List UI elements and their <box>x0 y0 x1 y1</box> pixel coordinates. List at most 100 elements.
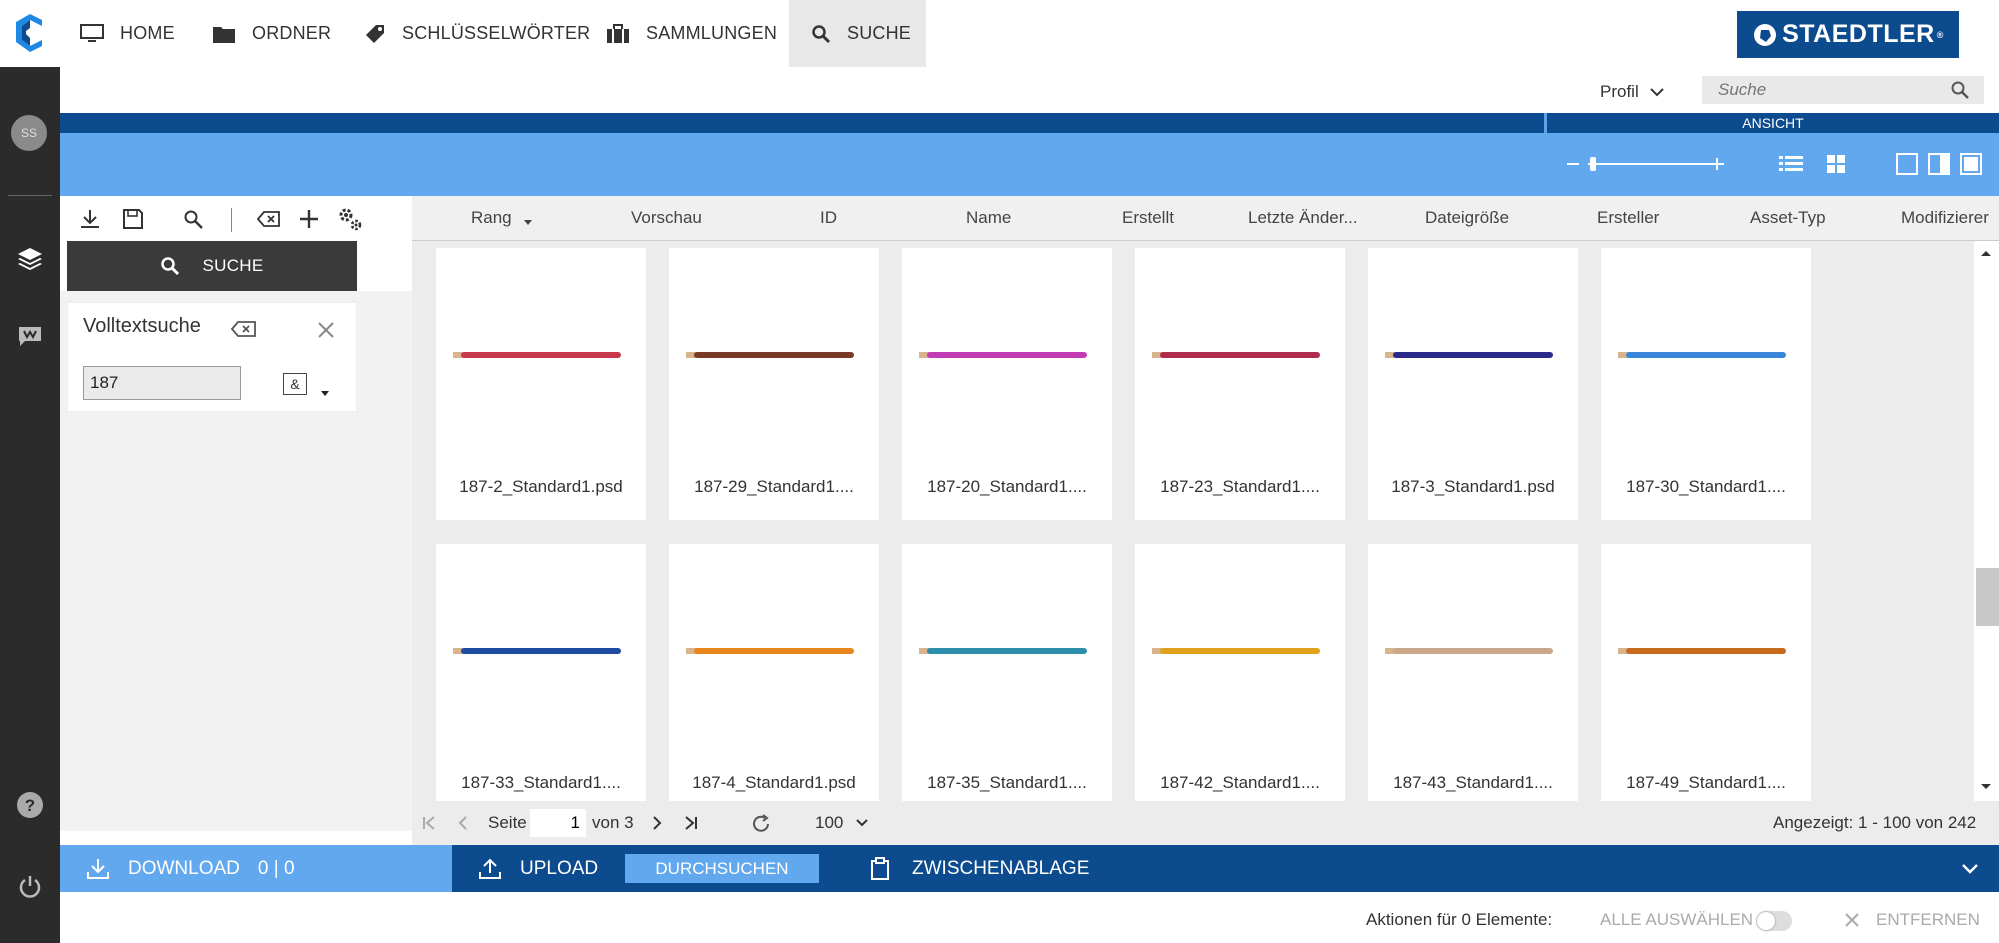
avatar[interactable]: SS <box>11 115 47 151</box>
download-search-icon[interactable] <box>77 206 103 232</box>
asset-tile[interactable]: 187-49_Standard1.... <box>1601 544 1811 816</box>
column-id[interactable]: ID <box>820 208 837 228</box>
zoom-slider[interactable] <box>1588 163 1724 165</box>
brand-logo: STAEDTLER ® <box>1737 11 1959 58</box>
asset-tile[interactable]: 187-42_Standard1.... <box>1135 544 1345 816</box>
page-size-value[interactable]: 100 <box>815 813 843 833</box>
upload-button[interactable]: UPLOAD <box>478 845 598 892</box>
column-rang[interactable]: Rang <box>471 208 512 228</box>
add-icon[interactable] <box>296 206 322 232</box>
asset-tile[interactable]: 187-2_Standard1.psd <box>436 248 646 520</box>
column-ersteller[interactable]: Ersteller <box>1597 208 1659 228</box>
seite-label: Seite <box>488 813 527 832</box>
remove-label[interactable]: ENTFERNEN <box>1876 910 1980 930</box>
chevron-down-icon[interactable] <box>1961 863 1979 875</box>
nav-schluesselwoerter[interactable]: SCHLÜSSELWÖRTER <box>364 0 590 67</box>
asset-tile[interactable]: 187-20_Standard1.... <box>902 248 1112 520</box>
download-count: 0 | 0 <box>257 857 295 879</box>
select-all-toggle[interactable] <box>1756 911 1792 931</box>
brand-name: STAEDTLER <box>1782 20 1935 48</box>
app-logo-icon[interactable] <box>12 14 46 52</box>
gears-icon[interactable] <box>337 206 363 232</box>
nav-ordner[interactable]: ORDNER <box>212 0 331 67</box>
close-icon[interactable] <box>1844 912 1860 928</box>
asset-tile[interactable]: 187-4_Standard1.psd <box>669 544 879 816</box>
asset-name: 187-3_Standard1.psd <box>1391 477 1555 496</box>
asset-tile[interactable]: 187-3_Standard1.psd <box>1368 248 1578 520</box>
folder-icon <box>213 26 235 43</box>
clipboard-button[interactable]: ZWISCHENABLAGE <box>870 845 1089 892</box>
tag-icon <box>366 24 384 43</box>
vertical-scrollbar[interactable] <box>1974 241 1999 801</box>
nav-ordner-label: ORDNER <box>252 23 332 43</box>
asset-tile[interactable]: 187-33_Standard1.... <box>436 544 646 816</box>
nav-sammlungen[interactable]: SAMMLUNGEN <box>606 0 777 67</box>
close-icon[interactable] <box>317 321 335 339</box>
column-modifizierer[interactable]: Modifizierer <box>1901 208 1989 228</box>
column-letzte-aenderung[interactable]: Letzte Änder... <box>1248 208 1358 228</box>
nav-suche[interactable]: SUCHE <box>789 0 926 67</box>
asset-tile[interactable]: 187-29_Standard1.... <box>669 248 879 520</box>
next-page-icon[interactable] <box>652 815 662 831</box>
select-all-label[interactable]: ALLE AUSWÄHLEN <box>1600 910 1753 930</box>
save-icon[interactable] <box>120 206 146 232</box>
refresh-icon[interactable] <box>750 813 772 835</box>
column-asset-typ[interactable]: Asset-Typ <box>1750 208 1826 228</box>
list-view-icon[interactable] <box>1779 155 1803 173</box>
bottom-pane-icon[interactable] <box>1960 153 1982 175</box>
side-pane-icon[interactable] <box>1928 153 1950 175</box>
column-erstellt[interactable]: Erstellt <box>1122 208 1174 228</box>
column-vorschau[interactable]: Vorschau <box>631 208 702 228</box>
column-name[interactable]: Name <box>966 208 1011 228</box>
shown-range: Angezeigt: 1 - 100 von 242 <box>1773 813 1977 832</box>
global-search-input[interactable] <box>1702 77 1942 103</box>
nav-home[interactable]: HOME <box>78 0 177 67</box>
asset-thumbnail <box>1626 352 1786 358</box>
search-settings-icon[interactable] <box>180 206 206 232</box>
last-page-icon[interactable] <box>684 815 698 831</box>
prev-page-icon[interactable] <box>458 815 468 831</box>
help-icon[interactable]: ? <box>14 789 46 821</box>
profile-menu[interactable]: Profil <box>1600 80 1665 104</box>
zoom-slider-handle[interactable] <box>1590 157 1596 171</box>
scroll-down-icon[interactable] <box>1980 783 1992 791</box>
scrollbar-thumb[interactable] <box>1976 568 1999 626</box>
asset-tile[interactable]: 187-30_Standard1.... <box>1601 248 1811 520</box>
column-dateigroesse[interactable]: Dateigröße <box>1425 208 1509 228</box>
single-pane-icon[interactable] <box>1896 153 1918 175</box>
layers-icon[interactable] <box>14 243 46 275</box>
download-bar[interactable]: DOWNLOAD 0 | 0 <box>60 845 452 892</box>
zoom-out-icon[interactable] <box>1566 157 1580 171</box>
search-button[interactable]: SUCHE <box>67 241 357 291</box>
asset-name: 187-35_Standard1.... <box>927 773 1087 792</box>
asset-thumbnail <box>461 648 621 654</box>
power-icon[interactable] <box>14 871 46 903</box>
search-icon[interactable] <box>1950 80 1970 100</box>
asset-tile[interactable]: 187-35_Standard1.... <box>902 544 1112 816</box>
clear-search-icon[interactable] <box>256 206 282 232</box>
view-toolbar <box>60 133 1999 196</box>
download-icon <box>87 858 109 879</box>
asset-tile[interactable]: 187-23_Standard1.... <box>1135 248 1345 520</box>
asset-name: 187-29_Standard1.... <box>694 477 854 496</box>
asset-tile[interactable]: 187-43_Standard1.... <box>1368 544 1578 816</box>
browse-button[interactable]: DURCHSUCHEN <box>625 854 819 883</box>
asset-name: 187-20_Standard1.... <box>927 477 1087 496</box>
grid-view-icon[interactable] <box>1826 154 1846 174</box>
chat-icon[interactable] <box>14 321 46 353</box>
brand-registered: ® <box>1936 29 1944 40</box>
zoom-in-icon[interactable] <box>1710 157 1724 171</box>
top-navigation: HOME ORDNER SCHLÜSSELWÖRTER SAMMLUNGEN S… <box>0 0 1999 67</box>
first-page-icon[interactable] <box>422 815 436 831</box>
asset-thumbnail <box>1160 352 1320 358</box>
caret-down-icon[interactable] <box>320 389 330 397</box>
fulltext-query-input[interactable] <box>83 366 241 400</box>
sort-desc-icon[interactable] <box>523 218 533 226</box>
clear-field-icon[interactable] <box>231 320 257 338</box>
operator-button[interactable]: & <box>283 373 307 395</box>
scroll-up-icon[interactable] <box>1980 249 1992 257</box>
chevron-down-icon[interactable] <box>855 818 869 828</box>
page-number-input[interactable] <box>530 809 586 837</box>
ansicht-label: ANSICHT <box>1742 115 1804 131</box>
page-total: von 3 <box>592 813 634 832</box>
